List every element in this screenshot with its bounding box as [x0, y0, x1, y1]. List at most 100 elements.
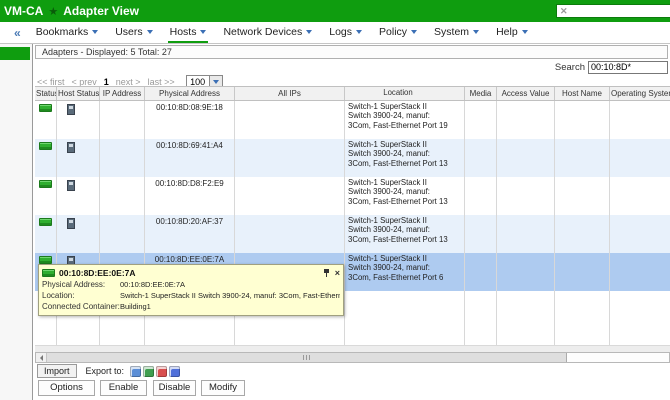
chevron-down-icon — [306, 30, 312, 34]
chevron-down-icon — [411, 30, 417, 34]
column-header-host-name[interactable]: Host Name — [555, 87, 610, 100]
location-cell: Switch-1 SuperStack II Switch 3900-24, m… — [345, 101, 465, 139]
modify-button[interactable]: Modify — [201, 380, 245, 396]
host-status-icon — [67, 180, 75, 191]
collapse-panel-icon[interactable]: « — [14, 26, 21, 40]
table-row[interactable]: 00:10:8D:69:41:A4 Switch-1 SuperStack II… — [35, 139, 670, 177]
host-status-icon — [67, 104, 75, 115]
physical-address-cell: 00:10:8D:D8:F2:E9 — [145, 177, 235, 215]
chevron-down-icon — [522, 30, 528, 34]
collapsed-sidebar — [0, 44, 33, 400]
table-row[interactable]: 00:10:8D:08:9E:18 Switch-1 SuperStack II… — [35, 101, 670, 139]
host-name-cell — [555, 139, 610, 177]
ip-address-cell — [100, 139, 145, 177]
action-buttons: Options Enable Disable Modify — [38, 380, 249, 396]
summary-bar: Adapters - Displayed: 5 Total: 27 — [35, 45, 668, 59]
scroll-left-arrow[interactable] — [36, 353, 47, 362]
table-row[interactable]: 00:10:8D:D8:F2:E9 Switch-1 SuperStack II… — [35, 177, 670, 215]
pushpin-icon[interactable] — [323, 269, 331, 278]
field-label: Physical Address: — [42, 279, 120, 290]
menu-help[interactable]: Help — [494, 22, 530, 43]
host-name-cell — [555, 215, 610, 253]
tooltip-header: 00:10:8D:EE:0E:7A × — [42, 267, 340, 279]
all-ips-cell — [235, 101, 345, 139]
column-header-physical-address[interactable]: Physical Address — [145, 87, 235, 100]
all-ips-cell — [235, 215, 345, 253]
operating-system-cell — [610, 101, 670, 139]
host-status-icon — [67, 218, 75, 229]
column-header-ip-address[interactable]: IP Address — [100, 87, 145, 100]
access-value-cell — [497, 177, 555, 215]
column-header-host-status[interactable]: Host Status — [57, 87, 100, 100]
all-ips-cell — [235, 177, 345, 215]
menu-users[interactable]: Users — [113, 22, 154, 43]
enable-button[interactable]: Enable — [100, 380, 147, 396]
tooltip-field: Connected Container: Building1 — [42, 301, 340, 312]
location-cell: Switch-1 SuperStack II Switch 3900-24, m… — [345, 253, 465, 291]
physical-address-cell: 00:10:8D:20:AF:37 — [145, 215, 235, 253]
column-header-location[interactable]: Location — [345, 87, 465, 100]
menu-network-devices[interactable]: Network Devices — [221, 22, 314, 43]
media-cell — [465, 215, 497, 253]
clear-icon[interactable]: ✕ — [560, 7, 568, 16]
chevron-down-icon — [92, 30, 98, 34]
access-value-cell — [497, 215, 555, 253]
options-button[interactable]: Options — [38, 380, 95, 396]
menu-policy[interactable]: Policy — [377, 22, 419, 43]
physical-address-cell: 00:10:8D:08:9E:18 — [145, 101, 235, 139]
csv-icon[interactable] — [130, 366, 141, 377]
horizontal-scrollbar[interactable] — [35, 352, 670, 363]
pdf-icon[interactable] — [156, 366, 167, 377]
adapter-status-icon — [39, 104, 52, 112]
access-value-cell — [497, 101, 555, 139]
chevron-down-icon — [213, 80, 219, 84]
access-value-cell — [497, 253, 555, 291]
menu-hosts[interactable]: Hosts — [168, 22, 209, 43]
host-name-cell — [555, 101, 610, 139]
export-to-label: Export to: — [86, 366, 125, 376]
left-arrow-icon — [40, 355, 43, 361]
column-header-media[interactable]: Media — [465, 87, 497, 100]
import-button[interactable]: Import — [37, 364, 77, 378]
column-header-operating-system[interactable]: Operating System — [610, 87, 670, 100]
scrollbar-thumb[interactable] — [47, 353, 567, 362]
column-header-status[interactable]: Status — [35, 87, 57, 100]
table-row[interactable]: 00:10:8D:20:AF:37 Switch-1 SuperStack II… — [35, 215, 670, 253]
ip-address-cell — [100, 101, 145, 139]
menu-bookmarks[interactable]: Bookmarks — [34, 22, 101, 43]
media-cell — [465, 177, 497, 215]
title-bar: VM-CA ★ Adapter View ✕ — [0, 0, 670, 22]
location-cell: Switch-1 SuperStack II Switch 3900-24, m… — [345, 177, 465, 215]
rtf-icon[interactable] — [169, 366, 180, 377]
close-icon[interactable]: × — [335, 269, 340, 278]
field-value: 00:10:8D:EE:0E:7A — [120, 279, 185, 290]
field-value: Building1 — [120, 301, 151, 312]
table-bottom-strip — [35, 345, 670, 352]
menu-logs[interactable]: Logs — [327, 22, 364, 43]
titlebar-filter-input[interactable]: ✕ — [556, 4, 670, 18]
access-value-cell — [497, 139, 555, 177]
column-header-access-value[interactable]: Access Value — [497, 87, 555, 100]
favorite-star-icon[interactable]: ★ — [48, 5, 58, 18]
ip-address-cell — [100, 215, 145, 253]
tooltip-title: 00:10:8D:EE:0E:7A — [59, 268, 136, 278]
sidebar-panel-block — [0, 47, 30, 60]
column-header-all-ips[interactable]: All IPs — [235, 87, 345, 100]
chevron-down-icon — [200, 30, 206, 34]
host-name-cell — [555, 253, 610, 291]
excel-icon[interactable] — [143, 366, 154, 377]
app-window: VM-CA ★ Adapter View ✕ « Bookmarks Users… — [0, 0, 670, 400]
import-export-row: Import Export to: — [37, 363, 180, 379]
search-input[interactable] — [588, 61, 668, 74]
chevron-down-icon — [473, 30, 479, 34]
location-cell: Switch-1 SuperStack II Switch 3900-24, m… — [345, 139, 465, 177]
menu-system[interactable]: System — [432, 22, 481, 43]
field-value: Switch-1 SuperStack II Switch 3900-24, m… — [120, 290, 340, 301]
all-ips-cell — [235, 139, 345, 177]
adapter-status-icon — [39, 142, 52, 150]
adapter-status-icon — [39, 256, 52, 264]
operating-system-cell — [610, 253, 670, 291]
disable-button[interactable]: Disable — [153, 380, 196, 396]
host-status-icon — [67, 142, 75, 153]
field-label: Connected Container: — [42, 301, 120, 312]
